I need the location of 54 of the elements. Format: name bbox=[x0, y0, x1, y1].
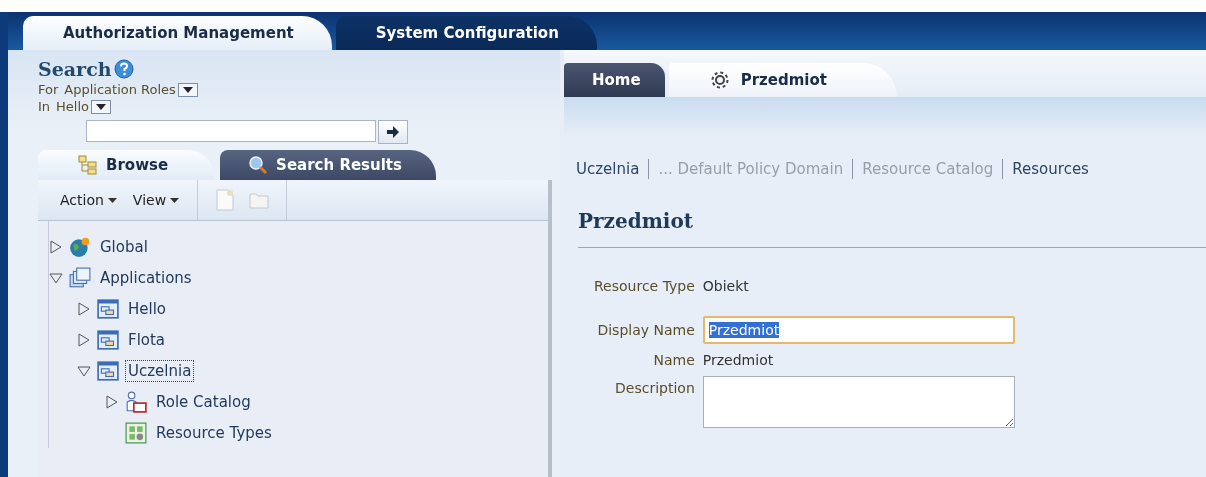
toolbar-menu[interactable]: View bbox=[124, 192, 188, 208]
breadcrumb-link[interactable]: Uczelnia bbox=[576, 160, 649, 178]
help-icon[interactable] bbox=[113, 59, 134, 79]
collapsed-triangle-icon[interactable] bbox=[77, 332, 91, 347]
tree-item[interactable]: Role Catalog bbox=[153, 390, 254, 413]
field-label: Description bbox=[614, 379, 695, 396]
search-title: Search bbox=[38, 58, 112, 80]
arrow-icon bbox=[386, 126, 400, 138]
field-value: Obiekt bbox=[702, 278, 750, 294]
expanded-triangle-icon[interactable] bbox=[77, 363, 91, 378]
content-tab[interactable]: Przedmiot bbox=[668, 63, 897, 97]
breadcrumb-link[interactable]: Resources bbox=[1003, 160, 1098, 178]
tree-item[interactable]: Flota bbox=[125, 328, 169, 351]
for-value: Application Roles bbox=[64, 82, 176, 97]
top-tab[interactable]: Authorization Management bbox=[23, 16, 332, 50]
person-book-icon bbox=[125, 390, 147, 413]
collapsed-triangle-icon[interactable] bbox=[105, 394, 119, 409]
tree-item[interactable]: Applications bbox=[97, 266, 195, 289]
tree-item[interactable]: Uczelnia bbox=[125, 359, 195, 382]
windows-icon bbox=[69, 266, 91, 289]
tree-item[interactable]: Global bbox=[97, 235, 151, 258]
panel-tab[interactable]: Browse bbox=[38, 150, 215, 180]
top-tab[interactable]: System Configuration bbox=[335, 16, 597, 50]
dropdown-icon[interactable] bbox=[91, 99, 112, 114]
in-value: Hello bbox=[56, 99, 90, 114]
go-button[interactable] bbox=[378, 120, 408, 144]
tree-item[interactable]: Hello bbox=[125, 297, 170, 320]
expanded-triangle-icon[interactable] bbox=[49, 270, 63, 285]
search-icon bbox=[248, 155, 269, 175]
dropdown-icon[interactable] bbox=[177, 82, 198, 97]
page-heading: Przedmiot bbox=[578, 209, 1206, 248]
collapsed-triangle-icon[interactable] bbox=[77, 301, 91, 316]
grid-icon bbox=[125, 421, 147, 444]
collapsed-triangle-icon[interactable] bbox=[49, 239, 63, 254]
field-label: Display Name bbox=[596, 322, 695, 338]
for-label: For bbox=[38, 82, 59, 97]
hierarchy-icon bbox=[78, 155, 98, 175]
field-value: Przedmiot bbox=[702, 352, 775, 368]
window-icon bbox=[97, 328, 119, 351]
window-icon bbox=[97, 297, 119, 320]
display-name-field[interactable]: Przedmiot bbox=[702, 316, 1015, 344]
field-label: Name bbox=[652, 352, 695, 368]
caret-icon bbox=[107, 197, 117, 203]
description-field[interactable] bbox=[702, 376, 1015, 428]
toolbar-menu[interactable]: Action bbox=[52, 192, 125, 208]
panel-tab[interactable]: Search Results bbox=[220, 150, 436, 180]
field-label: Resource Type bbox=[594, 278, 695, 294]
tree-item[interactable]: Resource Types bbox=[153, 421, 275, 444]
content-tab[interactable]: Home bbox=[564, 63, 665, 97]
globe-icon bbox=[69, 235, 91, 258]
in-label: In bbox=[38, 99, 51, 114]
caret-icon bbox=[170, 197, 180, 203]
window-icon bbox=[97, 359, 119, 382]
search-field[interactable] bbox=[86, 120, 376, 142]
